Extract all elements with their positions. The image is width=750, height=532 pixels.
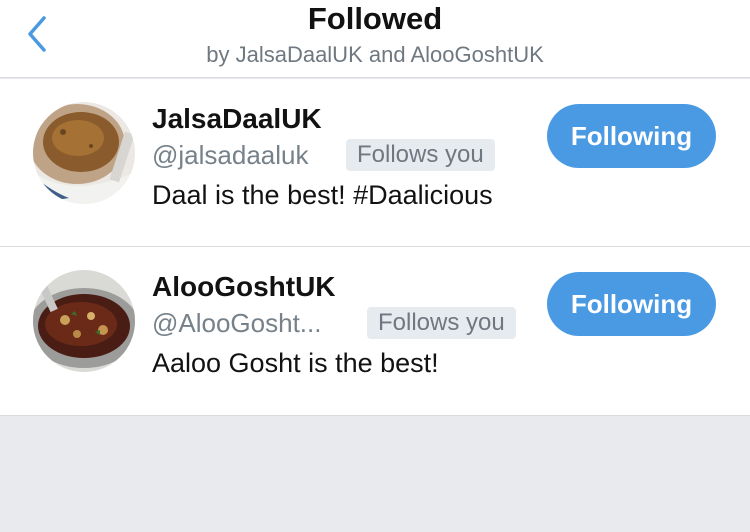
following-button[interactable]: Following bbox=[547, 104, 716, 168]
aloo-gosht-pot-avatar bbox=[33, 270, 135, 372]
list-item[interactable]: JalsaDaalUK @jalsadaaluk Follows you Daa… bbox=[0, 79, 750, 247]
list-item[interactable]: AlooGoshtUK @AlooGosht... Follows you Aa… bbox=[0, 247, 750, 415]
follows-you-badge: Follows you bbox=[346, 139, 495, 171]
daal-bowl-avatar bbox=[33, 102, 135, 204]
following-button[interactable]: Following bbox=[547, 272, 716, 336]
user-bio: Daal is the best! #Daalicious bbox=[152, 180, 493, 210]
avatar[interactable] bbox=[33, 270, 135, 372]
follows-you-badge: Follows you bbox=[367, 307, 516, 339]
user-bio: Aaloo Gosht is the best! bbox=[152, 348, 439, 378]
page-subtitle: by JalsaDaalUK and AlooGoshtUK bbox=[206, 42, 544, 67]
user-handle: @AlooGosht... bbox=[152, 308, 322, 338]
user-handle: @jalsadaaluk bbox=[152, 140, 309, 170]
page-title: Followed bbox=[307, 1, 443, 36]
avatar[interactable] bbox=[33, 102, 135, 204]
nav-header: Followed by JalsaDaalUK and AlooGoshtUK bbox=[0, 0, 750, 78]
user-name[interactable]: AlooGoshtUK bbox=[152, 271, 336, 303]
followed-screen: Followed by JalsaDaalUK and AlooGoshtUK … bbox=[0, 0, 750, 532]
followed-list: JalsaDaalUK @jalsadaaluk Follows you Daa… bbox=[0, 79, 750, 416]
user-name[interactable]: JalsaDaalUK bbox=[152, 103, 322, 135]
